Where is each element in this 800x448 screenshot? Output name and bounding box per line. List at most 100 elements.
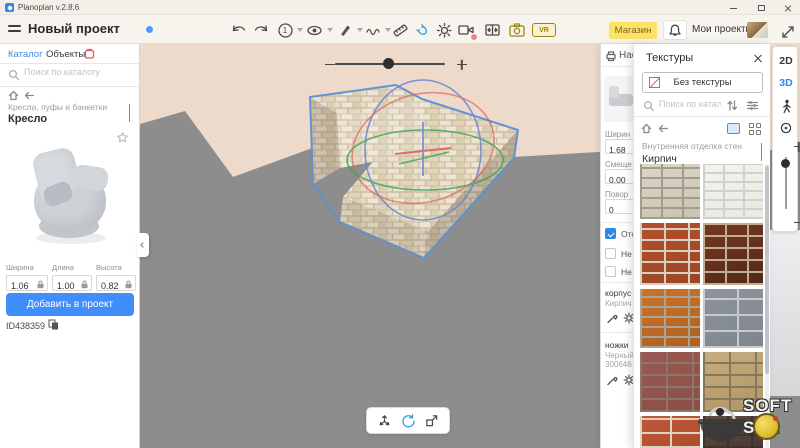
texture-breadcrumb[interactable]: Внутренняя отделка стен: [642, 141, 760, 151]
textures-panel: Текстуры Без текстуры Внутренняя отделка…: [633, 44, 770, 448]
maximize-button[interactable]: [754, 3, 768, 13]
zoom-slider-knob[interactable]: [781, 159, 790, 168]
field-offset-label: Смеще: [605, 160, 632, 169]
bell-icon: [668, 23, 682, 38]
visibility-icon[interactable]: [305, 21, 323, 39]
material-section-legs: ножки: [605, 340, 628, 350]
texture-tile[interactable]: [640, 289, 700, 348]
watermark-badge: [753, 413, 780, 440]
main-toolbar: Новый проект 1: [0, 15, 800, 44]
lock-icon[interactable]: [37, 280, 44, 289]
slider-knob[interactable]: [383, 58, 394, 69]
minimize-button[interactable]: [726, 3, 740, 13]
notifications-button[interactable]: [663, 20, 687, 40]
scrollbar-thumb[interactable]: [765, 166, 769, 374]
orbit-target-icon[interactable]: [773, 121, 799, 135]
floor-selector-icon[interactable]: 1: [276, 21, 294, 39]
window-title: Planoplan v.2.8.6: [18, 3, 79, 12]
checkbox-3[interactable]: [605, 266, 616, 277]
checkbox-2[interactable]: [605, 248, 616, 259]
move-tool-icon[interactable]: [377, 413, 392, 428]
grid-view-icon[interactable]: [749, 123, 761, 135]
print-icon[interactable]: [605, 50, 617, 62]
eyedropper-icon[interactable]: [606, 374, 618, 386]
copy-id-icon[interactable]: [48, 319, 59, 330]
back-arrow-icon[interactable]: [24, 90, 35, 101]
unsaved-indicator: [146, 26, 153, 33]
dimension-height: Высота: [96, 263, 136, 291]
add-to-project-button[interactable]: Добавить в проект: [6, 293, 134, 316]
planoplan-window: Planoplan v.2.8.6 Новый проект 1: [0, 0, 800, 448]
my-projects-button[interactable]: Мои проекты: [692, 24, 753, 35]
item-name: Кресло: [8, 113, 47, 125]
catalog-search-input[interactable]: [24, 67, 132, 77]
draw-tool-caret[interactable]: [357, 28, 363, 32]
softsalad-watermark: SOFT SAL: [696, 396, 800, 448]
category-collapse-chevron[interactable]: [129, 104, 130, 122]
texture-tile[interactable]: [640, 352, 700, 412]
vr-mode-button[interactable]: VR: [532, 23, 556, 37]
texture-tile[interactable]: [703, 164, 763, 219]
checkbox-display[interactable]: [605, 228, 616, 239]
lock-icon[interactable]: [81, 280, 88, 289]
material-section-body: корпус: [605, 288, 631, 298]
favorite-star-icon[interactable]: [116, 131, 129, 144]
visibility-caret[interactable]: [327, 28, 333, 32]
close-panel-icon[interactable]: [751, 51, 765, 65]
search-icon: [643, 100, 655, 112]
close-button[interactable]: [781, 3, 795, 13]
scale-tool-icon[interactable]: [424, 413, 439, 428]
eyedropper-icon[interactable]: [606, 312, 618, 324]
texture-tile[interactable]: [703, 223, 763, 285]
home-icon[interactable]: [8, 90, 19, 101]
redo-icon[interactable]: [252, 21, 270, 39]
list-view-icon[interactable]: [727, 123, 740, 134]
dimension-length: Длина: [52, 263, 92, 291]
sun-slider: [331, 54, 461, 72]
field-width-label: Ширин: [605, 130, 630, 139]
dim-width-label: Ширина: [6, 263, 48, 272]
category-breadcrumb[interactable]: Кресла, пуфы и банкетки: [8, 102, 126, 112]
user-avatar[interactable]: [747, 22, 768, 38]
draw-tool-icon[interactable]: [336, 21, 354, 39]
breadcrumb-collapse-chevron[interactable]: [761, 143, 762, 161]
texture-tile[interactable]: [640, 223, 700, 285]
walkthrough-icon[interactable]: [773, 99, 799, 115]
sort-icon[interactable]: [726, 99, 738, 112]
no-texture-button[interactable]: Без текстуры: [642, 72, 763, 93]
salad-bowl-icon: [696, 400, 748, 448]
item-preview-image[interactable]: [6, 128, 134, 258]
mode-2d-button[interactable]: 2D: [773, 55, 799, 67]
fullscreen-icon[interactable]: [779, 23, 797, 41]
textures-panel-title: Текстуры: [646, 52, 693, 64]
undo-icon[interactable]: [230, 21, 248, 39]
texture-search-input[interactable]: [659, 99, 721, 109]
render-camera-icon[interactable]: [457, 21, 475, 39]
home-icon[interactable]: [641, 123, 652, 134]
selected-sofa-object[interactable]: [283, 72, 523, 272]
split-view-icon[interactable]: [483, 21, 501, 39]
menu-button[interactable]: [8, 25, 21, 33]
tab-catalog[interactable]: Каталог: [8, 49, 43, 60]
texture-tile[interactable]: [640, 416, 700, 448]
field-rotation-label: Повор: [605, 190, 628, 199]
wall-tool-icon[interactable]: [364, 21, 382, 39]
floor-selector-caret[interactable]: [297, 28, 303, 32]
magnet-icon[interactable]: [413, 21, 431, 39]
catalog-sidebar: Каталог Объекты Кресла, пуфы и банкетки …: [0, 44, 140, 448]
ruler-icon[interactable]: [391, 21, 409, 39]
sidebar-collapse-handle[interactable]: [137, 233, 149, 257]
back-arrow-icon[interactable]: [658, 123, 669, 134]
texture-tile[interactable]: [703, 289, 763, 348]
view-mode-toolbar: 2D 3D: [772, 46, 798, 232]
tab-objects[interactable]: Объекты: [46, 49, 85, 60]
mode-3d-button[interactable]: 3D: [773, 77, 799, 89]
screenshot-icon[interactable]: [508, 21, 526, 39]
lighting-icon[interactable]: [435, 21, 453, 39]
objects-warning-icon: [84, 48, 95, 59]
lock-icon[interactable]: [125, 280, 132, 289]
filter-icon[interactable]: [746, 99, 759, 112]
rotate-tool-icon[interactable]: [400, 413, 416, 429]
shop-button[interactable]: Магазин: [609, 22, 657, 39]
texture-tile[interactable]: [640, 164, 700, 219]
